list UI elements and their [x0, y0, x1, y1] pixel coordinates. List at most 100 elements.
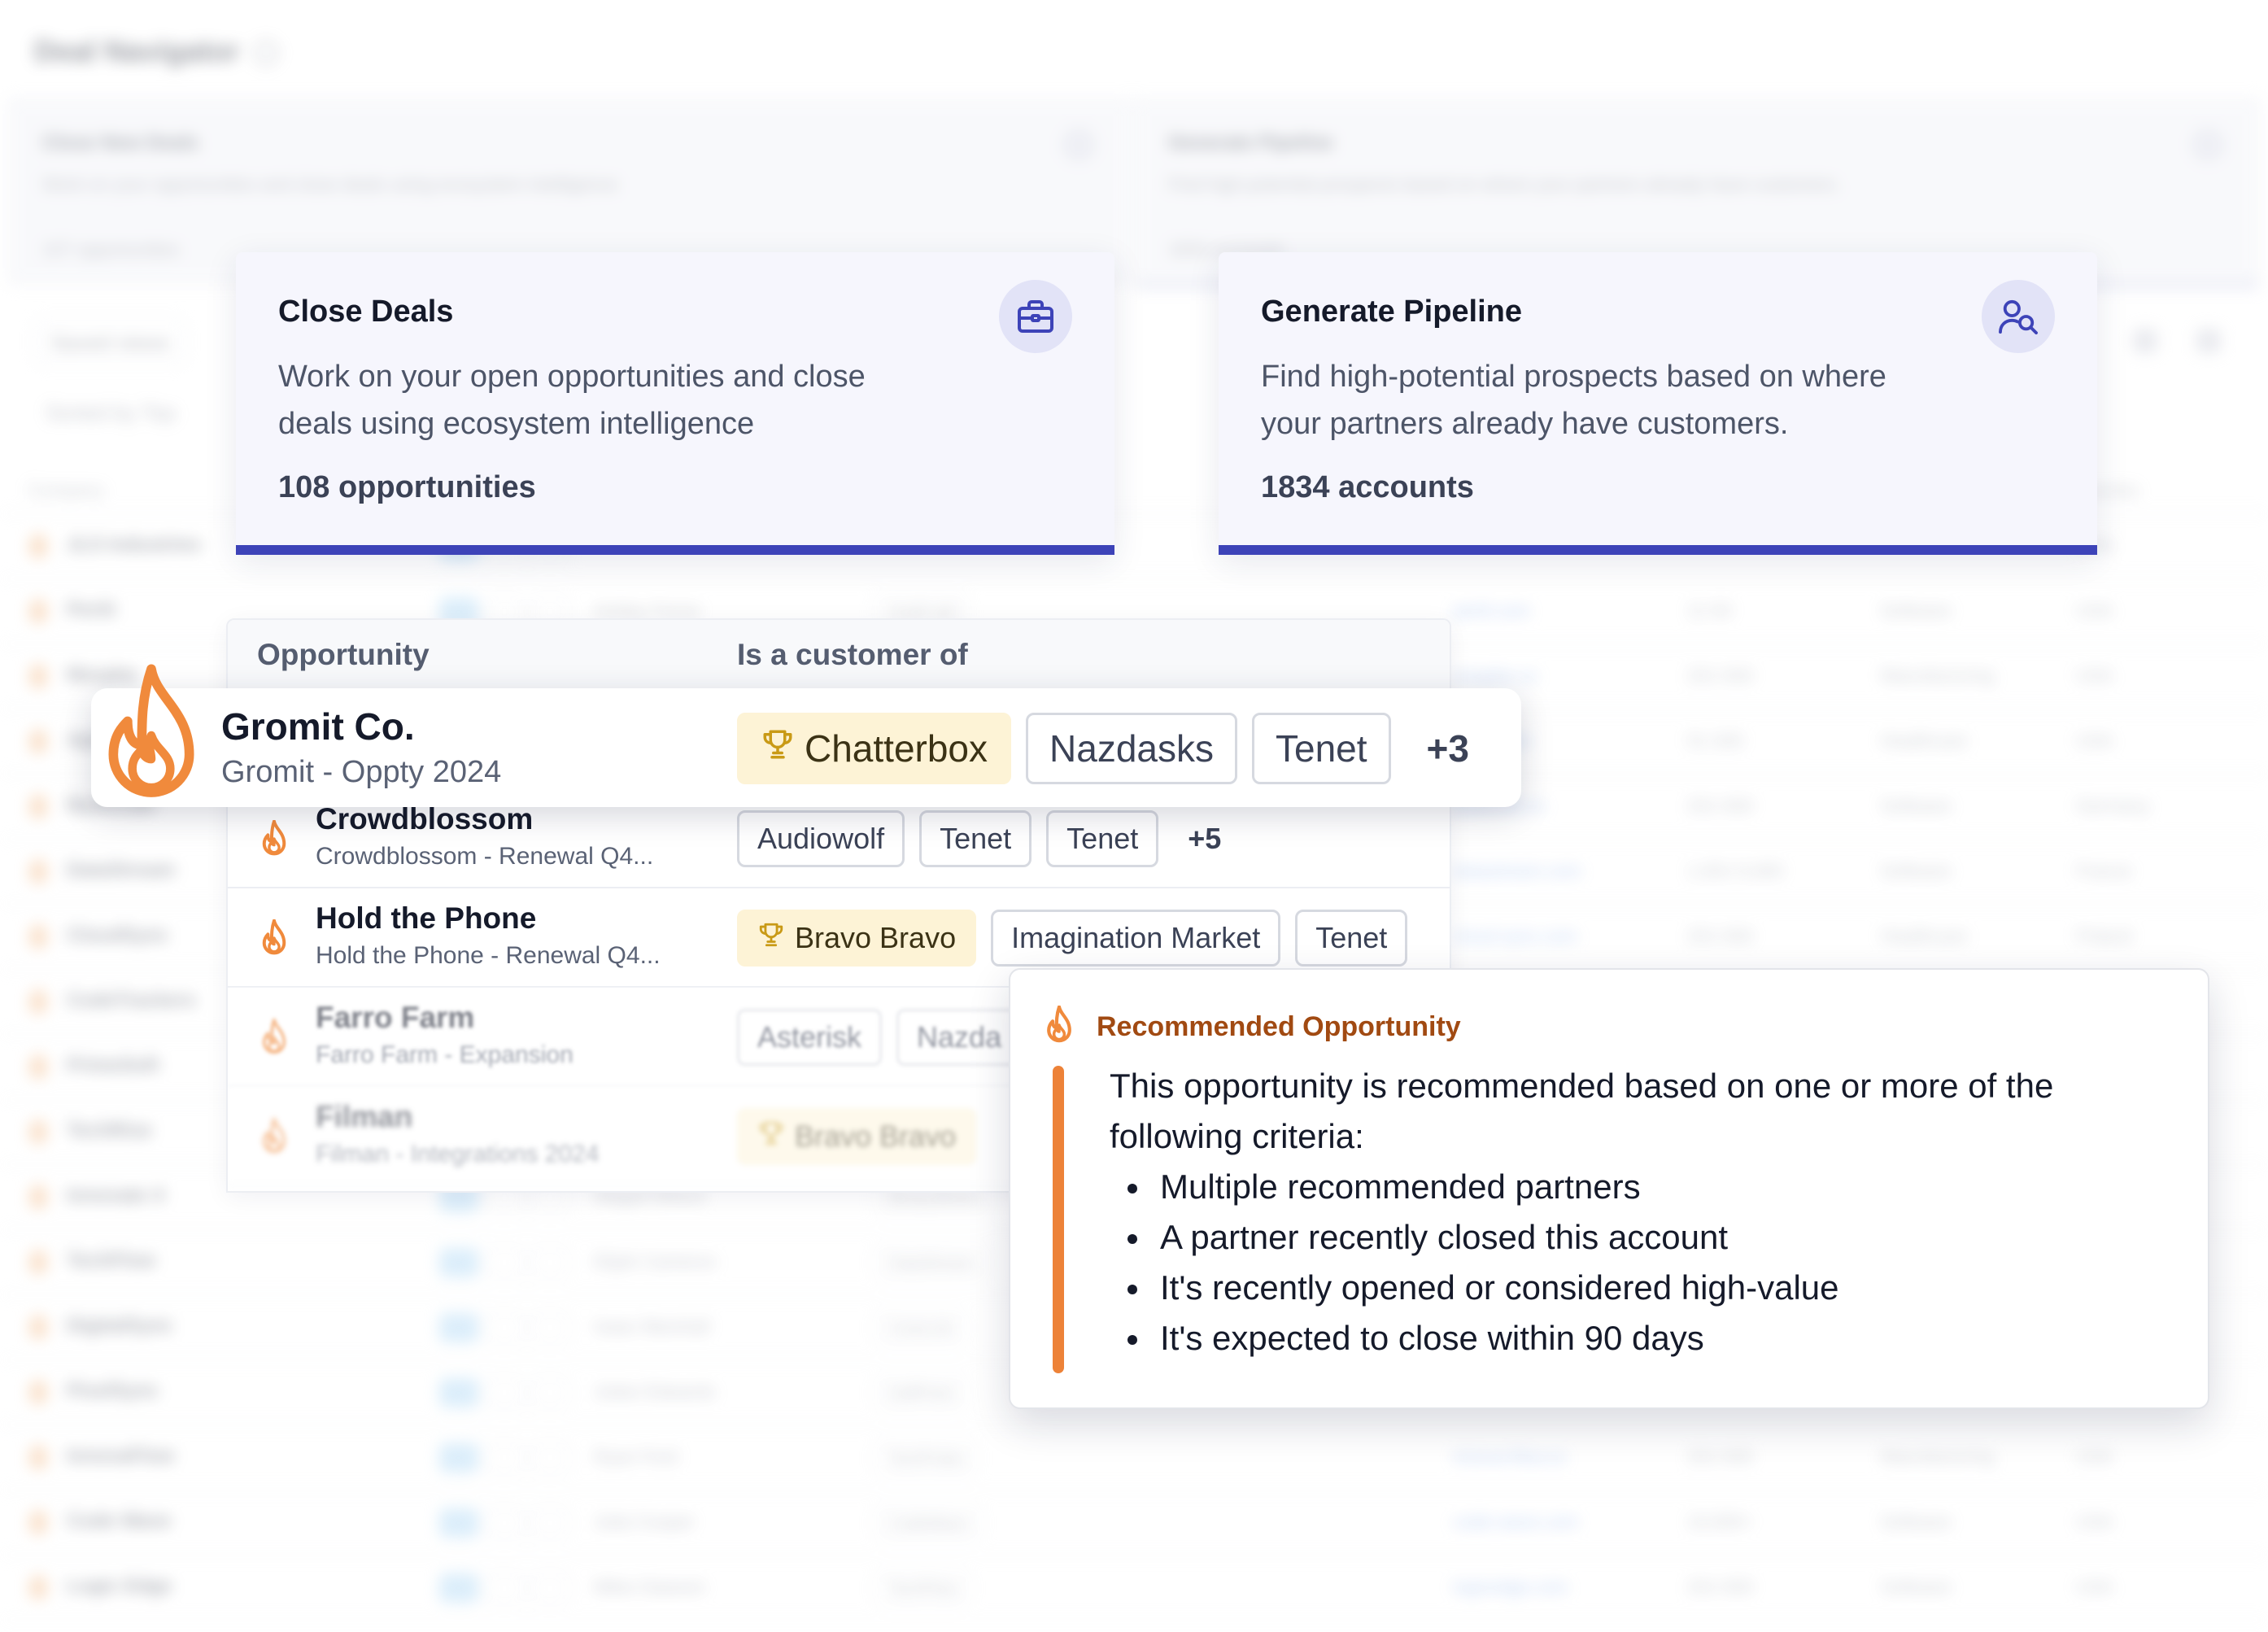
settings-icon[interactable] — [2133, 329, 2157, 353]
status-icon — [485, 1443, 524, 1473]
criteria-item: It's expected to close within 90 days — [1110, 1313, 2167, 1364]
trophy-icon — [761, 727, 795, 770]
more-partners-count[interactable]: +3 — [1427, 727, 1469, 770]
saved-views-button[interactable]: Saved views — [34, 319, 185, 364]
user-search-icon — [2190, 127, 2226, 163]
bg-table-row[interactable]: InnovaFlow Ryan Ford TechPulse innova-flow.… — [0, 1425, 2268, 1490]
industry: Software — [1881, 861, 1952, 881]
partner-chip[interactable]: Nazdasks — [1026, 713, 1237, 784]
flame-icon — [29, 729, 47, 753]
owner-name: Julia Cooper — [594, 1512, 695, 1532]
company-domain: morphe.co — [1453, 665, 1537, 686]
flame-icon — [29, 599, 47, 623]
country: Poland — [2076, 926, 2132, 946]
flame-icon — [29, 1250, 47, 1274]
owner-name: Elijah Cameron — [594, 1251, 717, 1272]
export-icon[interactable] — [2196, 329, 2221, 353]
partner-chip[interactable]: Tenet — [1295, 910, 1408, 967]
employee-range: 11-50 — [1687, 600, 1732, 621]
flame-icon — [259, 1018, 290, 1060]
company-domain: periti.com — [1453, 600, 1531, 621]
status-icon — [485, 1508, 524, 1538]
status-icon — [530, 1508, 569, 1538]
industry: Software — [1881, 1512, 1952, 1532]
bg-table-row[interactable]: Code Wave Julia Cooper CodeWave code-wave.c… — [0, 1490, 2268, 1556]
status-icon — [439, 1378, 478, 1407]
employee-range: 201-500 — [1687, 926, 1753, 946]
status-icon — [439, 1248, 478, 1277]
column-header-opportunity: Opportunity — [257, 638, 430, 671]
status-icon — [439, 1508, 478, 1538]
partner-chip[interactable]: Asterisk — [737, 1009, 883, 1066]
recommended-partner-chip[interactable]: Bravo Bravo — [737, 1108, 977, 1165]
company-name: PrimeSoft — [67, 1054, 159, 1076]
flame-icon — [29, 1119, 47, 1144]
status-icon — [485, 1248, 524, 1277]
flame-icon — [29, 534, 47, 558]
close-deals-card[interactable]: Close Deals Work on your open opportunit… — [236, 252, 1114, 555]
status-icon — [439, 1443, 478, 1473]
company-domain: logicedge.com — [1453, 1577, 1568, 1597]
generate-pipeline-title: Generate Pipeline — [1261, 295, 1523, 329]
close-deals-description: Work on your open opportunities and clos… — [278, 360, 866, 441]
employee-range: 10,000+ — [1687, 1512, 1753, 1532]
partner-chip[interactable]: Tenet — [1046, 810, 1159, 867]
partner-tag: CoreLink — [875, 1311, 967, 1344]
company-domain: innova-flow.co — [1453, 1447, 1567, 1467]
partner-chip[interactable]: Audiowolf — [737, 810, 905, 867]
country: Germany — [2076, 796, 2150, 816]
partner-chip[interactable]: Tenet — [919, 810, 1032, 867]
flame-icon — [29, 989, 47, 1014]
flame-icon — [29, 1185, 47, 1209]
employee-range: 201-500 — [1687, 665, 1753, 686]
owner-name: Miles Dawson — [594, 1577, 705, 1597]
flame-icon — [259, 919, 290, 961]
partner-chip[interactable]: Tenet — [1251, 713, 1391, 784]
user-search-icon — [1982, 280, 2055, 353]
generate-pipeline-card[interactable]: Generate Pipeline Find high-potential pr… — [1219, 252, 2097, 555]
recommended-partner-chip[interactable]: Bravo Bravo — [737, 910, 977, 967]
flame-icon — [259, 1117, 290, 1159]
owner-name: Ryan Ford — [594, 1447, 678, 1467]
partner-chip[interactable]: Imagination Market — [991, 910, 1281, 967]
criteria-item: A partner recently closed this account — [1110, 1212, 2167, 1263]
partner-tag: DataStream — [875, 1246, 988, 1279]
partner-tag: TechPulse — [875, 1442, 977, 1474]
status-icon — [530, 1443, 569, 1473]
company-domain: datastream.com — [1453, 861, 1581, 881]
bg-table-row[interactable]: Logic Edge Miles Dawson TechFlow logicedge.… — [0, 1556, 2268, 1621]
company-name: JLS Industries — [67, 534, 202, 556]
account-count: 1834 accounts — [1261, 470, 1474, 504]
company-name: Logic Edge — [67, 1575, 172, 1597]
recommended-opportunity-tooltip: Recommended Opportunity This opportunity… — [1009, 968, 2209, 1409]
company-name: DigitalSync — [67, 1315, 173, 1337]
owner-name: Julian Edwards — [594, 1381, 716, 1402]
employee-range: 201-500 — [1687, 1447, 1753, 1467]
sort-control[interactable]: Sorted by Top — [46, 400, 176, 425]
opportunity-name: Gromit Co. — [221, 705, 415, 748]
status-icon — [530, 1573, 569, 1603]
country: France — [2076, 861, 2132, 881]
recommended-partner-chip[interactable]: Chatterbox — [737, 713, 1012, 784]
country: USA — [2076, 1512, 2113, 1532]
company-name: DataStream — [67, 859, 176, 881]
criteria-item: It's recently opened or considered high-… — [1110, 1263, 2167, 1313]
status-icon — [485, 1573, 524, 1603]
employee-range: 51-200 — [1687, 731, 1743, 751]
highlighted-opportunity-row[interactable]: Gromit Co. Gromit - Oppty 2024 Chatterbo… — [91, 664, 1521, 807]
flame-icon — [29, 859, 47, 884]
status-icon — [530, 1378, 569, 1407]
company-name: TechRise — [67, 1119, 152, 1141]
flame-icon — [29, 794, 47, 818]
partner-chip[interactable]: Nazda — [896, 1009, 1023, 1066]
employee-range: 1,001-5,000 — [1687, 861, 1783, 881]
more-partners-count[interactable]: +5 — [1188, 822, 1221, 856]
company-name: InnovaFlow — [67, 1445, 174, 1467]
owner-name: Isaac Marshall — [594, 1316, 709, 1337]
briefcase-icon — [999, 280, 1072, 353]
flame-icon — [29, 1054, 47, 1079]
industry: Software — [1881, 796, 1952, 816]
company-name: PixelSync — [67, 1380, 159, 1402]
industry: Manufacturing — [1881, 1447, 1995, 1467]
company-name: CodeTrackers — [67, 989, 196, 1011]
